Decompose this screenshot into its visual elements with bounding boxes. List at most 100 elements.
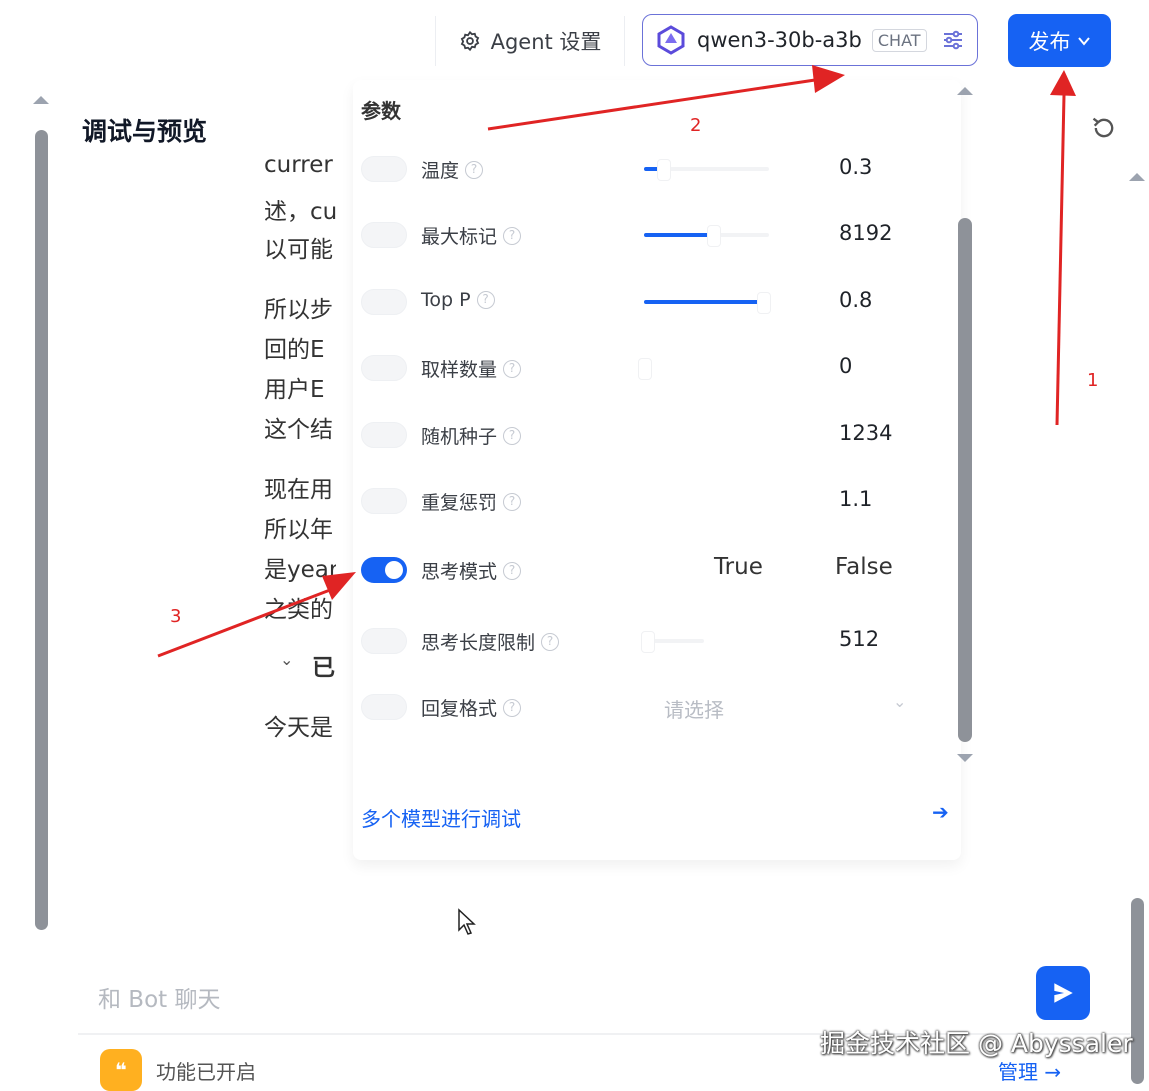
param-row-thinking-length-limit: 思考长度限制? 512 — [361, 622, 921, 662]
temperature-toggle[interactable] — [361, 156, 407, 182]
chat-line: 今天是 — [264, 715, 333, 741]
sliders-icon[interactable] — [941, 28, 965, 52]
thinking-length-slider[interactable] — [641, 631, 704, 653]
agent-settings-button[interactable]: Agent 设置 — [435, 16, 625, 66]
scroll-down-arrow[interactable] — [957, 754, 973, 762]
chat-line: 是year — [264, 557, 336, 583]
param-value: 0 — [839, 354, 853, 378]
help-icon[interactable]: ? — [503, 359, 522, 378]
param-row-thinking-mode: 思考模式? True False — [361, 551, 921, 591]
chat-line: 用户E — [264, 377, 325, 403]
param-label: 思考长度限制 — [421, 632, 536, 654]
help-icon[interactable]: ? — [503, 561, 522, 580]
help-icon[interactable]: ? — [541, 632, 560, 651]
param-label: 重复惩罚 — [421, 492, 498, 514]
slider-handle[interactable] — [756, 292, 771, 314]
param-label: 取样数量 — [421, 359, 498, 381]
param-row-repetition-penalty: 重复惩罚? 1.1 — [361, 482, 921, 522]
params-title: 参数 — [361, 99, 401, 123]
param-row-response-format: 回复格式? 请选择 ⌄ — [361, 688, 921, 728]
param-label: 随机种子 — [421, 426, 498, 448]
max-tokens-slider[interactable] — [644, 225, 769, 247]
help-icon[interactable]: ? — [503, 698, 522, 717]
quote-icon: ❝ — [100, 1049, 142, 1091]
scroll-up-arrow[interactable] — [33, 96, 49, 104]
param-value: 1.1 — [839, 487, 873, 511]
chevron-down-icon[interactable]: ⌄ — [280, 650, 293, 669]
param-row-random-seed: 随机种子? 1234 — [361, 416, 921, 456]
option-false[interactable]: False — [835, 554, 893, 580]
annotation-arrow-1 — [1050, 70, 1076, 426]
param-value: 1234 — [839, 421, 893, 445]
chat-line: 已 — [312, 655, 335, 681]
param-row-temperature: 温度? 0.3 — [361, 150, 921, 190]
manage-link[interactable]: 管理 → — [998, 1056, 1061, 1085]
chevron-down-icon — [1077, 36, 1090, 46]
model-selector[interactable]: qwen3-30b-a3b CHAT — [642, 14, 978, 66]
param-label: Top P — [421, 289, 471, 311]
help-icon[interactable]: ? — [465, 160, 484, 179]
param-label: 温度 — [421, 160, 460, 182]
slider-handle[interactable] — [656, 159, 671, 181]
top-p-toggle[interactable] — [361, 289, 407, 315]
gear-icon — [460, 30, 479, 52]
response-format-select[interactable]: 请选择 — [664, 694, 724, 723]
publish-label: 发布 — [1028, 29, 1071, 54]
chat-line: 这个结 — [264, 417, 333, 443]
chat-line: 所以步 — [264, 297, 333, 323]
max-tokens-toggle[interactable] — [361, 222, 407, 248]
publish-button[interactable]: 发布 — [1008, 14, 1111, 67]
annotation-label-2: 2 — [690, 115, 702, 136]
response-format-toggle[interactable] — [361, 694, 407, 720]
chevron-down-icon[interactable]: ⌄ — [893, 692, 906, 711]
refresh-icon[interactable] — [1090, 114, 1118, 146]
chat-line: 之类的 — [264, 597, 333, 623]
param-row-sample-count: 取样数量? 0 — [361, 349, 921, 389]
send-button[interactable] — [1036, 966, 1090, 1020]
scroll-up-arrow[interactable] — [957, 87, 973, 95]
slider-handle[interactable] — [641, 631, 655, 653]
params-popup — [353, 80, 961, 860]
slider-fill — [644, 300, 763, 304]
scroll-up-arrow[interactable] — [1129, 173, 1145, 181]
mouse-cursor-icon — [458, 908, 476, 935]
help-icon[interactable]: ? — [503, 226, 522, 245]
temperature-slider[interactable] — [644, 159, 769, 181]
scrollbar-thumb[interactable] — [958, 218, 972, 742]
param-value: 0.8 — [839, 288, 873, 312]
model-name: qwen3-30b-a3b — [697, 28, 862, 52]
sample-count-slider[interactable] — [638, 358, 769, 380]
chat-line: 以可能 — [264, 237, 333, 263]
slider-handle[interactable] — [638, 358, 652, 380]
option-true[interactable]: True — [714, 554, 763, 580]
send-icon — [1054, 983, 1073, 1003]
debug-preview-title: 调试与预览 — [82, 117, 208, 146]
thinking-mode-toggle[interactable] — [361, 557, 407, 583]
param-label: 最大标记 — [421, 226, 498, 248]
slider-handle[interactable] — [706, 225, 721, 247]
arrow-right-icon[interactable]: ➔ — [932, 800, 949, 824]
multi-model-debug-link[interactable]: 多个模型进行调试 — [361, 803, 521, 832]
help-icon[interactable]: ? — [476, 291, 495, 309]
top-p-slider[interactable] — [644, 292, 771, 314]
thinking-length-toggle[interactable] — [361, 628, 407, 654]
model-type-badge: CHAT — [871, 28, 927, 52]
repetition-penalty-toggle[interactable] — [361, 488, 407, 514]
param-row-top-p: Top P? 0.8 — [361, 283, 921, 323]
scrollbar-thumb[interactable] — [35, 130, 48, 930]
random-seed-toggle[interactable] — [361, 422, 407, 448]
agent-settings-label: Agent 设置 — [490, 30, 602, 54]
feature-status: 功能已开启 — [156, 1060, 256, 1084]
param-label: 回复格式 — [421, 698, 498, 720]
chat-line: 所以年 — [264, 517, 333, 543]
slider-fill — [644, 233, 713, 237]
annotation-label-3: 3 — [170, 606, 182, 627]
chat-line: currer — [264, 152, 333, 178]
help-icon[interactable]: ? — [503, 426, 522, 445]
sample-count-toggle[interactable] — [361, 355, 407, 381]
param-value: 512 — [839, 627, 880, 651]
chat-line: 现在用 — [264, 477, 333, 503]
qwen-logo-icon — [657, 25, 685, 55]
chat-input[interactable]: 和 Bot 聊天 — [98, 980, 221, 1014]
help-icon[interactable]: ? — [503, 492, 522, 511]
